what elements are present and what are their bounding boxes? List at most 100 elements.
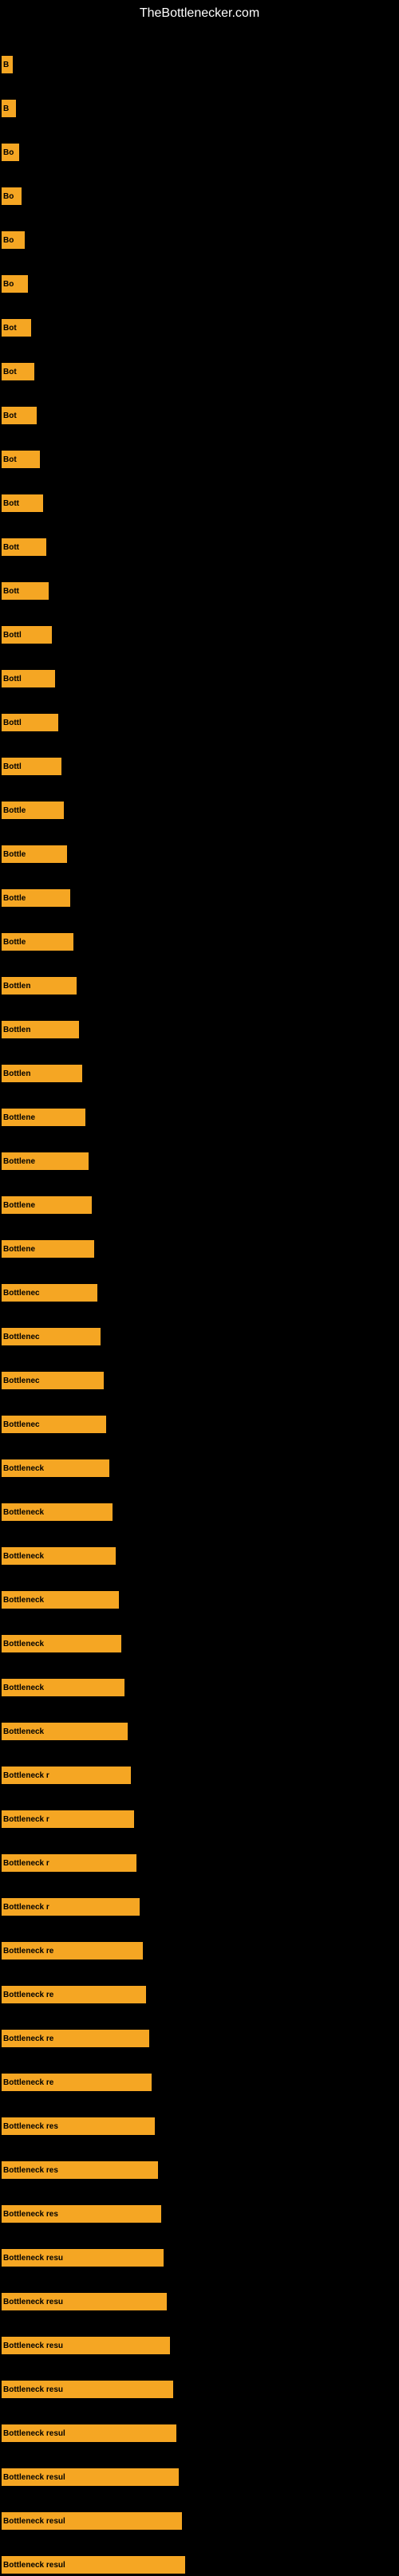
bar-item: Bottlene: [2, 1196, 92, 1214]
bar-label: Bottleneck resul: [3, 2561, 65, 2570]
bar-label: Bottleneck resu: [3, 2385, 63, 2394]
bar-label: Bottlene: [3, 1245, 35, 1254]
bar-label: Bottleneck r: [3, 1903, 49, 1912]
bar-label: Bo: [3, 236, 14, 245]
bar-label: Bottleneck res: [3, 2210, 58, 2219]
bar-label: Bottlen: [3, 982, 30, 991]
bar-label: Bottle: [3, 938, 26, 947]
bar-label: Bottle: [3, 806, 26, 815]
bar-label: Bo: [3, 148, 14, 157]
bar-item: Bottl: [2, 714, 58, 731]
bars-container: BBBoBoBoBoBotBotBotBotBottBottBottBottlB…: [0, 24, 399, 2576]
bar-item: Bottlen: [2, 1021, 79, 1038]
bar-item: Bottleneck r: [2, 1767, 131, 1784]
bar-label: Bot: [3, 368, 17, 376]
bar-item: Bot: [2, 363, 34, 380]
bar-label: Bottleneck resu: [3, 2254, 63, 2263]
bar-item: Bottleneck res: [2, 2205, 161, 2223]
bar-item: Bottleneck: [2, 1547, 116, 1565]
bar-item: Bottlene: [2, 1240, 94, 1258]
bar-label: Bott: [3, 543, 19, 552]
bar-item: Bottl: [2, 758, 61, 775]
bar-label: Bottleneck re: [3, 2034, 53, 2043]
bar-label: Bottl: [3, 675, 22, 683]
bar-item: Bo: [2, 187, 22, 205]
bar-label: Bottlenec: [3, 1377, 40, 1385]
bar-item: Bottle: [2, 933, 73, 951]
bar-item: Bottleneck resul: [2, 2512, 182, 2530]
bar-label: Bottleneck r: [3, 1859, 49, 1868]
bar-item: Bott: [2, 582, 49, 600]
bar-item: Bottleneck: [2, 1503, 113, 1521]
bar-label: B: [3, 104, 9, 113]
bar-label: Bott: [3, 587, 19, 596]
bar-item: Bott: [2, 538, 46, 556]
bar-item: Bottleneck: [2, 1591, 119, 1609]
bar-label: Bottleneck resu: [3, 2342, 63, 2350]
bar-item: Bottleneck r: [2, 1898, 140, 1916]
bar-item: Bottlene: [2, 1109, 85, 1126]
bar-label: Bottlenec: [3, 1420, 40, 1429]
bar-item: Bo: [2, 231, 25, 249]
bar-item: Bottlenec: [2, 1328, 101, 1345]
bar-item: Bot: [2, 451, 40, 468]
bar-label: Bottleneck r: [3, 1815, 49, 1824]
page-wrapper: TheBottlenecker.com BBBoBoBoBoBotBotBotB…: [0, 0, 399, 2576]
bar-item: Bott: [2, 494, 43, 512]
site-title: TheBottlenecker.com: [0, 0, 399, 24]
bar-item: Bot: [2, 407, 37, 424]
bar-label: Bottleneck: [3, 1552, 44, 1561]
bar-item: Bottle: [2, 845, 67, 863]
bar-label: Bottleneck re: [3, 1947, 53, 1956]
bar-item: Bottleneck resu: [2, 2293, 167, 2310]
bar-item: Bottlen: [2, 977, 77, 995]
bar-label: Bottleneck resul: [3, 2517, 65, 2526]
bar-item: Bottleneck: [2, 1635, 121, 1652]
bar-label: Bott: [3, 499, 19, 508]
bar-label: Bo: [3, 280, 14, 289]
bar-label: Bottlene: [3, 1157, 35, 1166]
bar-item: Bottleneck: [2, 1723, 128, 1740]
bar-label: Bottl: [3, 719, 22, 727]
bar-item: Bot: [2, 319, 31, 337]
bar-label: Bottleneck resu: [3, 2298, 63, 2306]
bar-label: Bot: [3, 455, 17, 464]
bar-item: Bo: [2, 144, 19, 161]
bar-item: Bottlen: [2, 1065, 82, 1082]
bar-item: Bo: [2, 275, 28, 293]
bar-item: Bottleneck resul: [2, 2468, 179, 2486]
bar-item: Bottleneck res: [2, 2161, 158, 2179]
bar-label: Bottlene: [3, 1201, 35, 1210]
bar-item: Bottleneck resu: [2, 2249, 164, 2267]
bar-label: Bot: [3, 412, 17, 420]
bar-item: Bottleneck resu: [2, 2337, 170, 2354]
bar-label: Bottleneck: [3, 1684, 44, 1692]
bar-item: Bottleneck: [2, 1679, 124, 1696]
bar-item: Bottleneck resul: [2, 2556, 185, 2574]
bar-item: Bottl: [2, 670, 55, 687]
bar-item: Bottleneck re: [2, 2030, 149, 2047]
bar-item: Bottleneck re: [2, 1986, 146, 2003]
bar-item: Bottleneck resu: [2, 2381, 173, 2398]
bar-label: Bottlen: [3, 1069, 30, 1078]
bar-label: Bottleneck resul: [3, 2429, 65, 2438]
bar-label: Bot: [3, 324, 17, 333]
bar-label: Bottleneck res: [3, 2166, 58, 2175]
bar-label: Bottleneck: [3, 1727, 44, 1736]
bar-item: Bottlenec: [2, 1416, 106, 1433]
bar-item: Bottle: [2, 889, 70, 907]
bar-item: Bottlenec: [2, 1372, 104, 1389]
bar-item: Bottlenec: [2, 1284, 97, 1302]
bar-label: Bottlenec: [3, 1289, 40, 1298]
bar-label: Bottle: [3, 850, 26, 859]
bar-label: Bottleneck: [3, 1596, 44, 1605]
bar-item: B: [2, 100, 16, 117]
bar-item: Bottle: [2, 802, 64, 819]
bar-item: Bottlene: [2, 1152, 89, 1170]
bar-item: Bottl: [2, 626, 52, 644]
bar-label: Bottleneck re: [3, 1991, 53, 1999]
bar-label: Bottle: [3, 894, 26, 903]
bar-item: Bottleneck r: [2, 1810, 134, 1828]
bar-item: Bottleneck res: [2, 2117, 155, 2135]
bar-label: Bottl: [3, 631, 22, 640]
